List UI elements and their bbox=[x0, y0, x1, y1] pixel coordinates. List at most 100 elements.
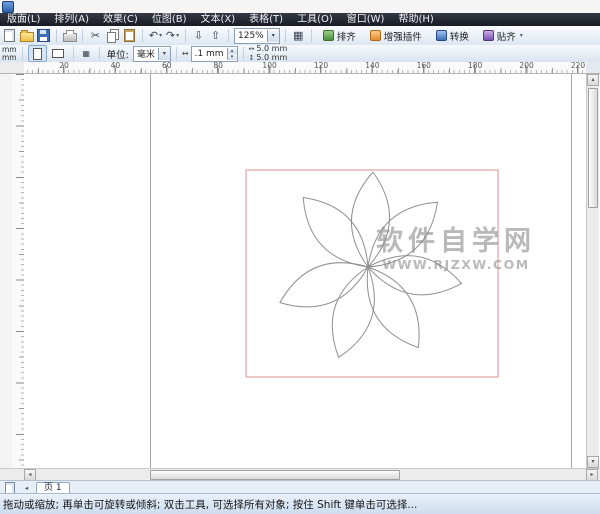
convert-button[interactable]: 转换 bbox=[430, 27, 475, 45]
undo-dropdown-icon: ▾ bbox=[159, 32, 162, 39]
landscape-icon bbox=[52, 49, 64, 58]
scroll-left-icon: ◂ bbox=[28, 472, 31, 478]
page-navigator: ◂ 页 1 bbox=[0, 480, 600, 494]
scroll-down-icon: ▾ bbox=[591, 459, 594, 465]
title-strip bbox=[0, 0, 600, 14]
vertical-scrollbar[interactable]: ▴ ▾ bbox=[586, 74, 599, 468]
undo-button[interactable]: ↶▾ bbox=[148, 28, 163, 43]
toolbar-separator bbox=[228, 29, 229, 42]
snap-to-button[interactable]: 贴齐 ▾ bbox=[477, 27, 529, 45]
align-plugin-button[interactable]: 排齐 bbox=[317, 27, 362, 45]
status-hint-text: 拖动或缩放; 再单击可旋转或倾斜; 双击工具, 可选择所有对象; 按住 Shif… bbox=[3, 497, 417, 512]
menu-arrange[interactable]: 排列(A) bbox=[47, 13, 96, 26]
new-document-button[interactable] bbox=[2, 28, 17, 43]
portrait-icon bbox=[33, 48, 42, 60]
page-height-unit: mm bbox=[2, 54, 17, 62]
redo-dropdown-icon: ▾ bbox=[176, 32, 179, 39]
scroll-up-button[interactable]: ▴ bbox=[587, 74, 599, 86]
horizontal-ruler[interactable]: 20406080100120140160180200220 bbox=[24, 62, 586, 74]
flower-petal[interactable] bbox=[365, 248, 465, 302]
scroll-up-icon: ▴ bbox=[591, 77, 594, 83]
standard-toolbar: ✂ ↶▾ ↷▾ ⇩ ⇧ 125% ▾ ▦ 排齐 增强插件 转换 贴齐 ▾ bbox=[0, 26, 600, 46]
nudge-offset-stepper[interactable]: .1 mm ▴ ▾ bbox=[191, 46, 238, 62]
menu-tools[interactable]: 工具(O) bbox=[290, 13, 340, 26]
toolbar-separator bbox=[142, 29, 143, 42]
flower-drawing[interactable] bbox=[24, 74, 586, 468]
ruler-origin-corner[interactable] bbox=[0, 62, 25, 74]
horizontal-scroll-thumb[interactable] bbox=[150, 470, 400, 480]
previous-page-icon: ◂ bbox=[25, 484, 28, 492]
cut-icon: ✂ bbox=[91, 30, 100, 41]
menu-text[interactable]: 文本(X) bbox=[194, 13, 243, 26]
import-button[interactable]: ⇩ bbox=[191, 28, 206, 43]
toolbar-separator bbox=[311, 29, 312, 42]
redo-button[interactable]: ↷▾ bbox=[165, 28, 180, 43]
ruler-number: 220 bbox=[571, 62, 585, 70]
print-button[interactable] bbox=[62, 28, 77, 43]
toolbar-separator bbox=[56, 29, 57, 42]
menu-layout[interactable]: 版面(L) bbox=[0, 13, 47, 26]
ruler-number: 180 bbox=[468, 62, 482, 70]
rectangle-object[interactable] bbox=[246, 170, 498, 377]
copy-button[interactable] bbox=[105, 28, 120, 43]
page-width-unit: mm bbox=[2, 46, 17, 54]
units-value: 毫米 bbox=[134, 47, 158, 60]
duplicate-distance-fields[interactable]: ↔ 5.0 mm ↕ 5.0 mm bbox=[249, 45, 288, 62]
page-options-button[interactable]: ▦ bbox=[79, 46, 94, 61]
nudge-offset-value: .1 mm bbox=[192, 49, 227, 59]
convert-label: 转换 bbox=[450, 29, 469, 43]
align-plugin-label: 排齐 bbox=[337, 29, 356, 43]
ruler-number: 80 bbox=[213, 62, 223, 70]
propbar-separator bbox=[243, 47, 244, 60]
page-icon bbox=[5, 482, 15, 494]
copy-icon bbox=[107, 32, 116, 43]
launcher-icon: ▦ bbox=[293, 30, 303, 41]
flower-petal[interactable] bbox=[352, 257, 435, 358]
open-button[interactable] bbox=[19, 28, 34, 43]
menu-effects[interactable]: 效果(C) bbox=[96, 13, 145, 26]
landscape-orientation-button[interactable] bbox=[49, 45, 68, 62]
enhanced-plugins-icon bbox=[370, 30, 381, 41]
scroll-right-icon: ▸ bbox=[590, 472, 593, 478]
portrait-orientation-button[interactable] bbox=[28, 45, 47, 62]
export-button[interactable]: ⇧ bbox=[208, 28, 223, 43]
units-combo[interactable]: 毫米 ▾ bbox=[133, 46, 171, 62]
menu-bitmaps[interactable]: 位图(B) bbox=[145, 13, 194, 26]
application-launcher-button[interactable]: ▦ bbox=[291, 28, 306, 43]
units-label: 单位: bbox=[105, 47, 131, 61]
snap-to-label: 贴齐 bbox=[497, 29, 516, 43]
ruler-row: 20406080100120140160180200220 bbox=[0, 62, 600, 74]
flower-petal[interactable] bbox=[273, 249, 375, 320]
enhanced-plugins-label: 增强插件 bbox=[384, 29, 422, 43]
flower-petal[interactable] bbox=[321, 261, 386, 363]
duplicate-x-value: 5.0 mm bbox=[256, 45, 287, 53]
menu-table[interactable]: 表格(T) bbox=[242, 13, 290, 26]
zoom-level-combo[interactable]: 125% ▾ bbox=[234, 28, 280, 44]
duplicate-x-icon: ↔ bbox=[249, 46, 255, 53]
save-button[interactable] bbox=[36, 28, 51, 43]
cut-button[interactable]: ✂ bbox=[88, 28, 103, 43]
property-bar: mm mm ▦ 单位: 毫米 ▾ ↔ .1 mm ▴ ▾ ↔ 5.0 mm ↕ … bbox=[0, 45, 600, 63]
toolbar-separator bbox=[285, 29, 286, 42]
menu-help[interactable]: 帮助(H) bbox=[391, 13, 440, 26]
page-options-icon: ▦ bbox=[82, 50, 90, 58]
spin-down-icon[interactable]: ▾ bbox=[228, 54, 237, 60]
toolbar-separator bbox=[185, 29, 186, 42]
chevron-down-icon[interactable]: ▾ bbox=[158, 48, 170, 60]
propbar-separator bbox=[73, 47, 74, 60]
convert-icon bbox=[436, 30, 447, 41]
status-bar: 拖动或缩放; 再单击可旋转或倾斜; 双击工具, 可选择所有对象; 按住 Shif… bbox=[0, 493, 600, 514]
duplicate-y-value: 5.0 mm bbox=[256, 54, 287, 62]
page-size-fields[interactable]: mm mm bbox=[1, 46, 17, 62]
menu-window[interactable]: 窗口(W) bbox=[340, 13, 392, 26]
scroll-down-button[interactable]: ▾ bbox=[587, 456, 599, 468]
ruler-number: 200 bbox=[519, 62, 533, 70]
vertical-scroll-thumb[interactable] bbox=[588, 88, 598, 208]
propbar-separator bbox=[176, 47, 177, 60]
ruler-number: 140 bbox=[365, 62, 379, 70]
save-icon bbox=[37, 29, 50, 42]
drawing-canvas[interactable]: 软件自学网 WWW.RJZXW.COM bbox=[24, 74, 586, 468]
paste-button[interactable] bbox=[122, 28, 137, 43]
chevron-down-icon[interactable]: ▾ bbox=[267, 30, 279, 42]
enhanced-plugins-button[interactable]: 增强插件 bbox=[364, 27, 428, 45]
